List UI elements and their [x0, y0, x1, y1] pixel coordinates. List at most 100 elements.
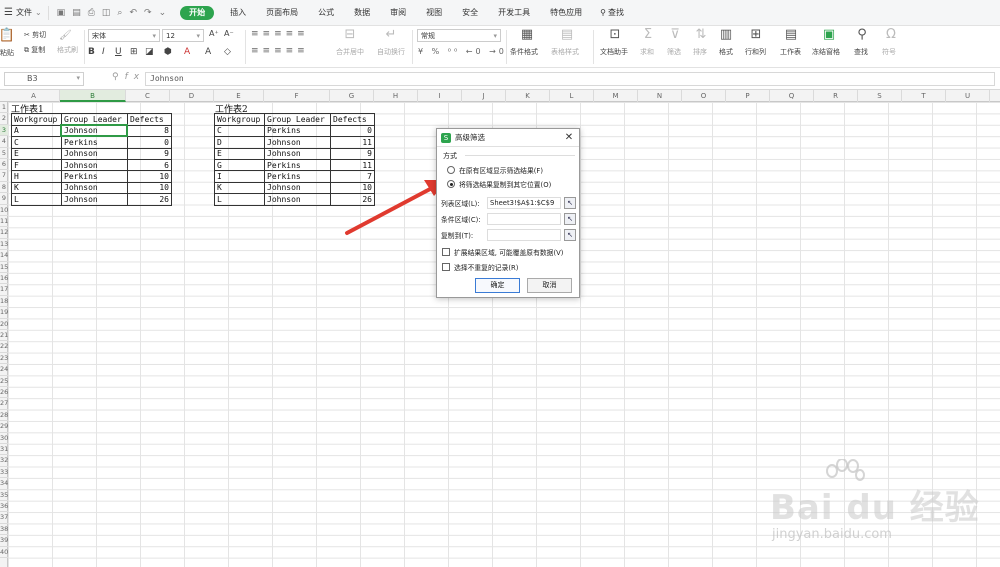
format-painter-icon[interactable]: 🖌 [59, 30, 72, 41]
table-cell[interactable]: Johnson [61, 124, 128, 138]
table-cell[interactable]: Johnson [61, 193, 128, 206]
row-header-15[interactable]: 15 [0, 262, 8, 273]
row-header-39[interactable]: 39 [0, 535, 8, 547]
row-header-18[interactable]: 18 [0, 296, 8, 308]
row-header-10[interactable]: 10 [0, 205, 8, 216]
freeze-panes-label[interactable]: 冻结窗格 [812, 47, 840, 57]
table-style-label[interactable]: 表格样式 [551, 47, 579, 57]
table-cell[interactable]: Perkins [61, 136, 128, 149]
row-header-38[interactable]: 38 [0, 524, 8, 536]
font-name-select[interactable]: 宋体 ▾ [88, 29, 160, 42]
symbol-icon[interactable]: Ω [876, 27, 906, 42]
radio-selected[interactable] [447, 180, 455, 188]
column-header-g[interactable]: G [330, 90, 374, 102]
range-picker-icon[interactable]: ↖ [564, 197, 576, 209]
tab-data[interactable]: 数据 [344, 0, 380, 26]
row-header-8[interactable]: 8 [0, 182, 8, 194]
find-label[interactable]: 查找 [854, 47, 868, 57]
table-cell[interactable]: C [214, 124, 265, 138]
name-box[interactable]: B3 ▾ [4, 72, 84, 86]
doc-assistant-icon[interactable]: ⊡ [600, 27, 630, 42]
copy-to-input[interactable] [487, 229, 561, 241]
table-cell[interactable]: 0 [127, 136, 172, 149]
row-header-19[interactable]: 19 [0, 307, 8, 319]
row-header-22[interactable]: 22 [0, 341, 8, 353]
tab-review[interactable]: 审阅 [380, 0, 416, 26]
table-cell[interactable]: Johnson [264, 147, 331, 160]
tab-insert[interactable]: 插入 [220, 0, 256, 26]
number-format-icons[interactable]: ¥ % ⁰⁰ ←0 →0 [418, 47, 507, 56]
table-cell[interactable]: K [11, 181, 62, 195]
checkbox[interactable] [442, 263, 450, 271]
cancel-button[interactable]: 取消 [527, 278, 572, 293]
row-header-24[interactable]: 24 [0, 364, 8, 376]
tab-special-apps[interactable]: 特色应用 [540, 0, 592, 26]
column-header-i[interactable]: I [418, 90, 462, 102]
range-picker-icon[interactable]: ↖ [564, 213, 576, 225]
option-filter-in-place[interactable]: 在原有区域显示筛选结果(F) [447, 165, 543, 175]
table-cell[interactable]: 8 [127, 124, 172, 138]
row-col-icon[interactable]: ⊞ [741, 27, 771, 42]
table-cell[interactable]: K [214, 181, 265, 195]
row-header-13[interactable]: 13 [0, 239, 8, 251]
row-header-3[interactable]: 3 [0, 124, 8, 137]
copy-button[interactable]: ⧉ 复制 [24, 45, 45, 55]
table-cell[interactable]: 10 [127, 170, 172, 183]
fill-color-icon[interactable]: ◪ [145, 47, 154, 57]
column-header-r[interactable]: R [814, 90, 858, 102]
tab-security[interactable]: 安全 [452, 0, 488, 26]
column-header-n[interactable]: N [638, 90, 682, 102]
customize-dropdown-icon[interactable]: ⌄ [159, 8, 167, 18]
row-header-35[interactable]: 35 [0, 490, 8, 501]
checkbox[interactable] [442, 248, 450, 256]
row-header-1[interactable]: 1 [0, 102, 8, 114]
table-header-cell[interactable]: Group Leader [61, 113, 128, 126]
column-header-a[interactable]: A [8, 90, 60, 102]
column-header-e[interactable]: E [214, 90, 264, 102]
table-cell[interactable]: A [11, 124, 62, 138]
row-header-40[interactable]: 40 [0, 547, 8, 558]
cut-button[interactable]: ✂ 剪切 [24, 30, 46, 40]
column-header-u[interactable]: U [946, 90, 990, 102]
sort-label[interactable]: 排序 [693, 47, 707, 57]
row-header-29[interactable]: 29 [0, 421, 8, 433]
tab-developer[interactable]: 开发工具 [488, 0, 540, 26]
worksheet-icon[interactable]: ▤ [776, 27, 806, 42]
table-cell[interactable]: Perkins [264, 158, 331, 172]
font-size-select[interactable]: 12 ▾ [162, 29, 204, 42]
table-cell[interactable]: I [214, 170, 265, 183]
column-header-t[interactable]: T [902, 90, 946, 102]
formula-input[interactable]: Johnson [145, 72, 995, 86]
table-cell[interactable]: 6 [127, 158, 172, 172]
column-header-s[interactable]: S [858, 90, 902, 102]
close-icon[interactable]: ✕ [563, 132, 575, 143]
table-header-cell[interactable]: Defects [330, 113, 375, 126]
wrap-text-label[interactable]: 自动换行 [377, 47, 405, 57]
option-copy-to-location[interactable]: 将筛选结果复制到其它位置(O) [447, 179, 551, 189]
print-preview-icon[interactable]: ◫ [102, 8, 111, 18]
worksheet-label[interactable]: 工作表 [780, 47, 801, 57]
row-header-25[interactable]: 25 [0, 376, 8, 387]
border-icon[interactable]: ⊞ [130, 47, 138, 57]
radio-unselected[interactable] [447, 166, 455, 174]
table-cell[interactable]: 0 [330, 124, 375, 138]
table-cell[interactable]: 10 [330, 181, 375, 195]
table-style-icon[interactable]: ▤ [552, 27, 582, 42]
undo-icon[interactable]: ↶ [129, 8, 137, 18]
table-header-cell[interactable]: Defects [127, 113, 172, 126]
horizontal-align-icons[interactable]: ≡≡≡≡≡ [251, 46, 309, 56]
doc-assistant-label[interactable]: 文档助手 [600, 47, 628, 57]
table-cell[interactable]: 11 [330, 136, 375, 149]
table-cell[interactable]: Perkins [61, 170, 128, 183]
row-header-27[interactable]: 27 [0, 398, 8, 410]
row-header-26[interactable]: 26 [0, 387, 8, 399]
table-cell[interactable]: D [214, 136, 265, 149]
column-header-p[interactable]: P [726, 90, 770, 102]
table-header-cell[interactable]: Workgroup [11, 113, 62, 126]
table-cell[interactable]: L [11, 193, 62, 206]
save-icon[interactable]: ▣ [57, 8, 66, 18]
row-header-28[interactable]: 28 [0, 410, 8, 422]
row-header-30[interactable]: 30 [0, 433, 8, 444]
row-header-7[interactable]: 7 [0, 170, 8, 182]
list-range-input[interactable]: Sheet3!$A$1:$C$9 [487, 197, 561, 209]
